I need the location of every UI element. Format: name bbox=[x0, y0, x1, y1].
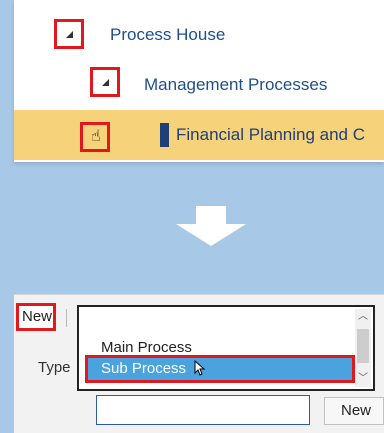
collapse-triangle-icon bbox=[66, 31, 73, 38]
type-label: Type bbox=[38, 359, 71, 376]
tree-node-label: Financial Planning and C bbox=[176, 125, 366, 144]
tree-node-financial-planning[interactable]: ☝ Financial Planning and C bbox=[14, 110, 384, 160]
scroll-up-icon[interactable]: ︿ bbox=[355, 309, 371, 325]
collapse-triangle-icon bbox=[102, 79, 109, 86]
hand-pointer-icon: ☝ bbox=[91, 128, 101, 145]
mouse-pointer-icon bbox=[194, 360, 206, 376]
expand-toggle-management-processes[interactable] bbox=[90, 67, 120, 97]
new-button[interactable]: New bbox=[324, 397, 384, 425]
process-tree: Process House Management Processes ☝ Fin… bbox=[14, 0, 384, 162]
scroll-down-icon[interactable]: ﹀ bbox=[355, 371, 371, 387]
option-sub-process[interactable]: Sub Process bbox=[85, 355, 355, 383]
name-input[interactable] bbox=[96, 395, 310, 425]
tree-node-management-processes[interactable]: Management Processes bbox=[14, 60, 384, 110]
dropdown-scrollbar[interactable]: ︿ ﹀ bbox=[355, 309, 371, 387]
type-dropdown-list[interactable]: Main Process Sub Process ︿ ﹀ bbox=[77, 305, 375, 391]
expand-toggle-process-house[interactable] bbox=[54, 19, 84, 49]
down-arrow-icon bbox=[176, 206, 246, 246]
new-object-dialog: New Type Main Process Sub Process ︿ ﹀ Ne… bbox=[14, 294, 384, 433]
option-sub-process-label: Sub Process bbox=[101, 360, 187, 377]
new-menu-button[interactable]: New bbox=[16, 303, 56, 331]
tree-node-label: Management Processes bbox=[144, 75, 328, 94]
scroll-thumb[interactable] bbox=[357, 329, 369, 363]
tree-node-process-house[interactable]: Process House bbox=[14, 10, 384, 60]
node-marker-bar bbox=[160, 123, 169, 147]
tree-node-label: Process House bbox=[110, 25, 226, 44]
expand-toggle-financial-planning[interactable]: ☝ bbox=[80, 122, 110, 152]
toolbar-separator bbox=[66, 309, 67, 327]
option-main-process[interactable]: Main Process bbox=[101, 339, 192, 356]
